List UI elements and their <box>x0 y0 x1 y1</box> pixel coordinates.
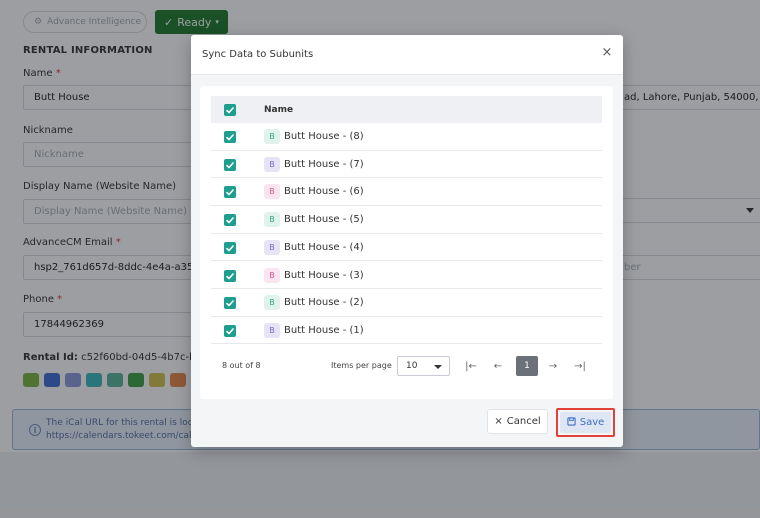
items-per-page-label: Items per page <box>331 361 392 370</box>
close-icon[interactable]: × <box>600 46 614 60</box>
cancel-button[interactable]: × Cancel <box>487 409 548 434</box>
rental-badge: B <box>264 322 280 338</box>
table-row[interactable]: B Butt House - (2) <box>211 289 602 317</box>
save-highlight: Save <box>556 408 615 437</box>
pagination-count: 8 out of 8 <box>222 361 261 370</box>
name-column-header: Name <box>264 105 294 115</box>
row-name: Butt House - (7) <box>284 158 364 170</box>
row-checkbox[interactable] <box>224 269 236 282</box>
table-row[interactable]: B Butt House - (3) <box>211 262 602 290</box>
row-name: Butt House - (8) <box>284 131 364 142</box>
current-page-button[interactable]: 1 <box>516 356 538 376</box>
rental-badge: B <box>264 212 280 228</box>
table-row[interactable]: B Butt House - (1) <box>211 317 602 345</box>
row-checkbox[interactable] <box>224 131 236 143</box>
rental-badge: B <box>264 156 280 172</box>
row-checkbox[interactable] <box>224 324 236 337</box>
table-row[interactable]: B Butt House - (6) <box>211 178 602 206</box>
save-label: Save <box>579 417 605 428</box>
subunits-card: Name B Butt House - (8) B Butt House - (7) B… <box>200 86 613 399</box>
row-checkbox[interactable] <box>224 158 236 171</box>
row-checkbox[interactable] <box>224 214 236 227</box>
save-icon <box>567 416 576 429</box>
first-page-button[interactable]: |← <box>460 356 482 376</box>
last-page-button[interactable]: →| <box>569 356 591 376</box>
caret-down-icon <box>434 365 442 369</box>
rental-badge: B <box>264 129 280 144</box>
row-name: Butt House - (1) <box>284 324 364 336</box>
rental-badge: B <box>264 239 280 255</box>
row-name: Butt House - (6) <box>284 186 364 198</box>
rental-badge: B <box>264 184 280 200</box>
row-checkbox[interactable] <box>224 186 236 199</box>
row-name: Butt House - (3) <box>284 269 364 281</box>
save-button[interactable]: Save <box>560 412 611 433</box>
row-checkbox[interactable] <box>224 241 236 254</box>
select-all-checkbox[interactable] <box>224 104 236 116</box>
modal-title: Sync Data to Subunits <box>202 49 314 60</box>
rental-badge: B <box>264 295 280 311</box>
items-per-page-select[interactable]: 10 <box>397 356 450 376</box>
table-row[interactable]: B Butt House - (4) <box>211 234 602 262</box>
modal-header: Sync Data to Subunits × <box>191 35 623 75</box>
rental-badge: B <box>264 267 280 283</box>
sync-subunits-modal: Sync Data to Subunits × Name B Butt House… <box>191 35 623 447</box>
table-header: Name <box>211 96 602 123</box>
table-row[interactable]: B Butt House - (5) <box>211 206 602 234</box>
table-row[interactable]: B Butt House - (7) <box>211 151 602 179</box>
table-row[interactable]: B Butt House - (8) <box>211 123 602 151</box>
prev-page-button[interactable]: ← <box>487 356 509 376</box>
close-icon: × <box>494 416 503 427</box>
next-page-button[interactable]: → <box>542 356 564 376</box>
row-checkbox[interactable] <box>224 297 236 310</box>
row-name: Butt House - (4) <box>284 241 364 253</box>
row-name: Butt House - (2) <box>284 297 364 309</box>
cancel-label: Cancel <box>506 416 541 427</box>
row-name: Butt House - (5) <box>284 214 364 226</box>
